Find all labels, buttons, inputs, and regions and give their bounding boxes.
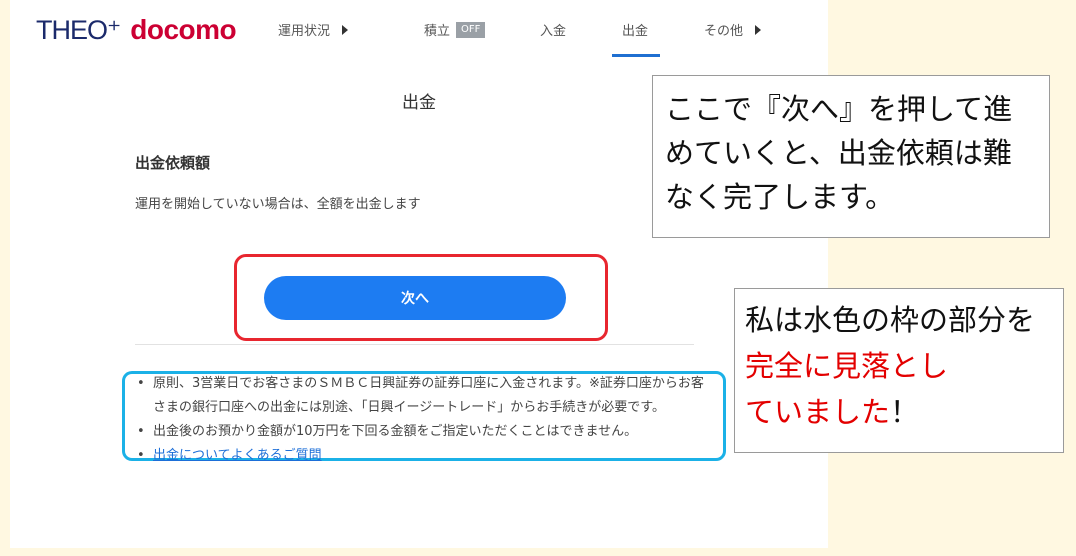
brand-logo[interactable]: THEO⁺ docomo <box>36 14 237 46</box>
list-item: • 出金後のお預かり金額が10万円を下回る金額をご指定いただくことはできません。 <box>135 420 705 444</box>
nav-label: その他 <box>704 24 744 39</box>
theo-logo: THEO⁺ <box>36 15 121 45</box>
callout-exclamation: ！ <box>890 395 920 429</box>
nav-label: 運用状況 <box>278 24 331 39</box>
nav-item-deposit[interactable]: 入金 <box>540 20 566 39</box>
nav-item-other[interactable]: その他 <box>704 20 762 39</box>
nav-item-withdraw[interactable]: 出金 <box>622 20 648 39</box>
notes-list: • 原則、3営業日でお客さまのＳＭＢＣ日興証券の証券口座に入金されます。※証券口… <box>135 372 705 468</box>
next-button[interactable]: 次へ <box>264 276 566 320</box>
caret-right-icon <box>342 24 349 35</box>
status-badge: OFF <box>456 21 486 38</box>
note-text: 原則、3営業日でお客さまのＳＭＢＣ日興証券の証券口座に入金されます。※証券口座か… <box>153 376 704 415</box>
active-tab-indicator <box>612 54 660 57</box>
faq-link[interactable]: 出金についてよくあるご質問 <box>153 448 322 463</box>
bullet: • <box>137 376 145 391</box>
callout-text-emphasis: 完全に見落とし <box>745 349 949 383</box>
nav-item-auto-deposit[interactable]: 積立 OFF <box>424 20 486 39</box>
callout-text: ここで『次へ』を押して進めていくと、出金依頼は難なく完了します。 <box>665 92 1013 214</box>
bullet: • <box>137 448 145 463</box>
list-item: • 出金についてよくあるご質問 <box>135 444 705 468</box>
caret-right-icon <box>755 24 762 35</box>
callout-box-next-step: ここで『次へ』を押して進めていくと、出金依頼は難なく完了します。 <box>652 75 1050 238</box>
nav-label: 積立 <box>424 24 451 39</box>
divider <box>135 344 694 345</box>
callout-text-start: 私は水色の枠の部分を <box>745 303 1036 337</box>
callout-box-missed-note: 私は水色の枠の部分を完全に見落とし ていました！ <box>734 288 1064 453</box>
list-item: • 原則、3営業日でお客さまのＳＭＢＣ日興証券の証券口座に入金されます。※証券口… <box>135 372 705 420</box>
section-heading: 出金依頼額 <box>135 154 211 172</box>
docomo-logo: docomo <box>130 14 237 45</box>
callout-text-end: ていました <box>745 395 891 429</box>
note-text: 出金後のお預かり金額が10万円を下回る金額をご指定いただくことはできません。 <box>153 424 638 439</box>
section-description: 運用を開始していない場合は、全額を出金します <box>135 197 421 212</box>
bullet: • <box>137 424 145 439</box>
nav-label: 出金 <box>622 24 649 39</box>
nav-item-portfolio-status[interactable]: 運用状況 <box>278 20 349 39</box>
nav-label: 入金 <box>540 24 567 39</box>
